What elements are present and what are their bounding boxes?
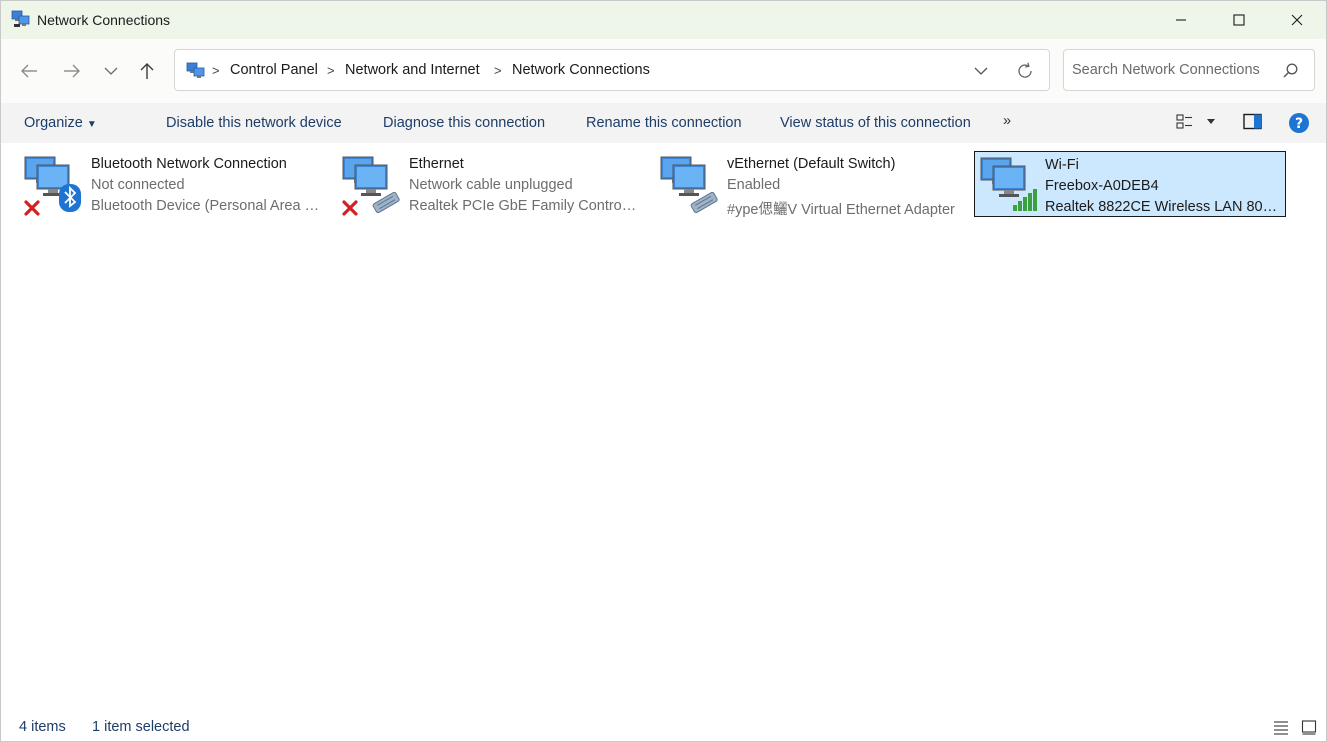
connection-tile-wifi[interactable]: Wi-Fi Freebox-A0DEB4 Realtek 8822CE Wire…	[974, 151, 1286, 217]
status-bar: 4 items 1 item selected	[1, 711, 1326, 741]
arrow-up-icon	[140, 63, 154, 79]
back-button[interactable]	[15, 59, 43, 83]
maximize-button[interactable]	[1210, 1, 1268, 39]
breadcrumb-separator-icon: >	[327, 63, 335, 78]
arrow-left-icon	[21, 64, 37, 78]
minimize-icon	[1176, 19, 1186, 21]
connection-status: Freebox-A0DEB4	[1045, 178, 1159, 194]
network-location-icon	[186, 62, 205, 78]
search-icon[interactable]	[1282, 62, 1300, 80]
recent-locations-button[interactable]	[97, 59, 125, 83]
details-view-icon[interactable]	[1273, 719, 1289, 735]
breadcrumb-separator-icon: >	[494, 63, 502, 78]
more-commands-button[interactable]: »	[1003, 113, 1011, 129]
disconnected-x-icon	[24, 200, 40, 216]
address-bar[interactable]: > Control Panel > Network and Internet >…	[174, 49, 1050, 91]
search-input[interactable]	[1072, 60, 1272, 80]
connection-status: Network cable unplugged	[409, 177, 573, 193]
help-icon[interactable]: ?	[1288, 112, 1310, 134]
connection-name: Ethernet	[409, 156, 464, 172]
connections-list: Bluetooth Network Connection Not connect…	[1, 143, 1326, 711]
refresh-icon[interactable]	[1015, 61, 1035, 81]
arrow-right-icon	[64, 64, 80, 78]
organize-button[interactable]: Organize ▼	[24, 115, 97, 131]
breadcrumb-separator-icon: >	[212, 63, 220, 78]
svg-text:?: ?	[1295, 116, 1303, 132]
connection-name: Bluetooth Network Connection	[91, 156, 287, 172]
view-options-chevron-icon[interactable]	[1206, 118, 1216, 126]
close-button[interactable]	[1268, 1, 1326, 39]
forward-button[interactable]	[58, 59, 86, 83]
navigation-bar: > Control Panel > Network and Internet >…	[1, 39, 1326, 103]
network-connections-icon	[11, 10, 30, 27]
disconnected-x-icon	[342, 200, 358, 216]
breadcrumb-control-panel[interactable]: Control Panel	[230, 62, 318, 78]
wifi-signal-icon	[980, 157, 1037, 211]
change-view-icon[interactable]	[1176, 113, 1194, 131]
connection-tile-ethernet[interactable]: Ethernet Network cable unplugged Realtek…	[321, 151, 639, 217]
connection-device: #ype偲鱺V Virtual Ethernet Adapter	[727, 202, 955, 218]
connection-device: Bluetooth Device (Personal Area Network)	[91, 198, 321, 214]
selection-count: 1 item selected	[92, 719, 190, 735]
connection-device: Realtek 8822CE Wireless LAN 802.11ac PCI…	[1045, 199, 1281, 215]
maximize-icon	[1233, 14, 1245, 26]
chevron-down-icon	[104, 67, 118, 75]
connection-tile-vethernet[interactable]: vEthernet (Default Switch) Enabled #ype偲…	[639, 151, 955, 218]
connection-tile-bluetooth[interactable]: Bluetooth Network Connection Not connect…	[3, 151, 321, 217]
connection-status: Not connected	[91, 177, 185, 193]
close-icon	[1291, 14, 1303, 26]
connection-name: vEthernet (Default Switch)	[727, 156, 896, 172]
large-icons-view-icon[interactable]	[1301, 719, 1317, 735]
view-status-button[interactable]: View status of this connection	[780, 115, 971, 131]
address-dropdown-icon[interactable]	[972, 62, 990, 80]
organize-label: Organize	[24, 115, 83, 131]
rename-connection-button[interactable]: Rename this connection	[586, 115, 742, 131]
minimize-button[interactable]	[1152, 1, 1210, 39]
diagnose-connection-button[interactable]: Diagnose this connection	[383, 115, 545, 131]
preview-pane-icon[interactable]	[1243, 113, 1263, 131]
up-button[interactable]	[133, 59, 161, 83]
connection-device: Realtek PCIe GbE Family Controller	[409, 198, 639, 214]
disable-device-button[interactable]: Disable this network device	[166, 115, 342, 131]
ethernet-network-icon	[660, 156, 718, 214]
title-bar: Network Connections	[1, 1, 1326, 39]
caret-down-icon: ▼	[86, 119, 97, 130]
connection-status: Enabled	[727, 177, 781, 193]
search-box[interactable]	[1063, 49, 1315, 91]
network-connections-window: Network Connections > Control Panel > Ne…	[0, 0, 1327, 742]
breadcrumb-network-connections[interactable]: Network Connections	[512, 62, 650, 78]
connection-name: Wi-Fi	[1045, 157, 1079, 173]
command-bar: Organize ▼ Disable this network device D…	[1, 103, 1326, 143]
breadcrumb-network-and-internet[interactable]: Network and Internet	[345, 62, 480, 78]
items-count: 4 items	[19, 719, 66, 735]
window-title: Network Connections	[37, 12, 171, 28]
